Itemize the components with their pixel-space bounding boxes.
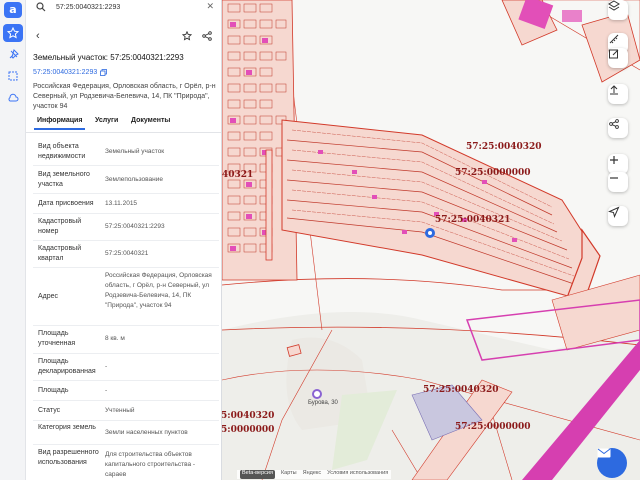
search-icon bbox=[36, 2, 46, 12]
tab-bar: Информация Услуги Документы bbox=[26, 113, 221, 133]
property-row: Площадь декларированная - bbox=[33, 354, 219, 381]
cloud-rail-icon[interactable] bbox=[3, 89, 23, 107]
map-footer: Beta-версия Карты Яндекс Условия использ… bbox=[237, 470, 392, 479]
edit-button[interactable] bbox=[608, 48, 628, 68]
yandex-link[interactable]: Яндекс bbox=[303, 470, 322, 479]
select-area-rail-icon[interactable] bbox=[3, 67, 23, 85]
property-value: Для строительства объектов капитального … bbox=[105, 451, 196, 478]
layers-icon bbox=[608, 0, 620, 11]
layers-button[interactable] bbox=[608, 0, 628, 20]
quarter-label: 57:25:0040320 bbox=[423, 385, 499, 395]
beta-badge: Beta-версия bbox=[240, 470, 275, 479]
locate-icon bbox=[608, 206, 620, 218]
search-input[interactable] bbox=[56, 3, 206, 11]
property-value: 8 кв. м bbox=[105, 335, 125, 342]
poi-dot-icon bbox=[312, 389, 322, 399]
property-row: Площадь уточненная 8 кв. м bbox=[33, 326, 219, 354]
property-row: Дата присвоения 13.11.2015 bbox=[33, 194, 219, 214]
terms-link[interactable]: Условия использования bbox=[327, 470, 388, 479]
back-icon[interactable]: ‹ bbox=[36, 30, 40, 42]
property-key: Дата присвоения bbox=[38, 200, 94, 207]
upload-icon bbox=[610, 85, 618, 95]
property-value: Земельный участок bbox=[105, 148, 165, 155]
zoom-in-button[interactable] bbox=[608, 154, 628, 174]
cadastral-map[interactable]: 57:25:0040320 57:25:0000000 57:25:004032… bbox=[222, 0, 640, 480]
close-icon[interactable]: ✕ bbox=[206, 1, 214, 12]
zoom-in-icon bbox=[610, 156, 618, 164]
property-key: Статус bbox=[38, 407, 61, 414]
property-row: Кадастровый квартал 57:25:0040321 bbox=[33, 241, 219, 268]
property-row: Категория земель Земли населенных пункто… bbox=[33, 421, 219, 445]
favorites-rail-icon[interactable] bbox=[3, 24, 23, 42]
edit-icon bbox=[609, 49, 619, 59]
tab-documents[interactable]: Документы bbox=[131, 117, 170, 124]
property-row: Статус Учтенный bbox=[33, 401, 219, 421]
ruler-icon bbox=[609, 34, 619, 44]
locate-button[interactable] bbox=[608, 206, 628, 226]
property-key: Площадь декларированная bbox=[38, 358, 96, 375]
zoom-out-icon bbox=[610, 177, 618, 179]
property-value: 13.11.2015 bbox=[105, 200, 138, 207]
property-key: Кадастровый номер bbox=[38, 218, 82, 235]
quarter-label: 57:25:0000000 bbox=[455, 422, 531, 432]
property-value: - bbox=[105, 363, 108, 370]
quarter-label: 57:25:0040320 bbox=[466, 142, 542, 152]
property-row: Адрес Российская Федерация, Орловская об… bbox=[33, 268, 219, 326]
upload-button[interactable] bbox=[608, 84, 628, 104]
property-key: Вид разрешенного использования bbox=[38, 449, 99, 466]
info-panel: ✕ ‹ Земельный участок: 57:25:0040321:229… bbox=[26, 0, 222, 480]
quarter-label: 40321 bbox=[222, 170, 254, 180]
property-value: 57:25:0040321 bbox=[105, 250, 149, 257]
parcel-address: Российская Федерация, Орловская область,… bbox=[33, 83, 216, 110]
property-value: Землепользование bbox=[105, 176, 163, 183]
share-map-button[interactable] bbox=[608, 118, 628, 138]
copy-icon[interactable] bbox=[100, 69, 108, 76]
property-row: Вид разрешенного использования Для строи… bbox=[33, 445, 219, 480]
tab-information[interactable]: Информация bbox=[33, 117, 86, 130]
property-key: Площадь bbox=[38, 387, 69, 394]
property-key: Площадь уточненная bbox=[38, 330, 76, 347]
quarter-label: 5:0000000 bbox=[222, 425, 275, 435]
tab-services[interactable]: Услуги bbox=[95, 117, 118, 124]
property-key: Вид объекта недвижимости bbox=[38, 143, 86, 160]
property-row: Вид земельного участка Землепользование bbox=[33, 166, 219, 194]
mail-icon bbox=[597, 448, 611, 458]
zoom-out-button[interactable] bbox=[608, 172, 628, 192]
cad-number-text[interactable]: 57:25:0040321:2293 bbox=[33, 69, 97, 76]
poi-marker[interactable]: Бурова, 30 bbox=[308, 389, 338, 406]
property-value: - bbox=[105, 387, 108, 394]
poi-label: Бурова, 30 bbox=[308, 400, 338, 406]
feedback-button[interactable] bbox=[597, 448, 627, 478]
quarter-label: 5:0040320 bbox=[222, 411, 275, 421]
property-row: Вид объекта недвижимости Земельный участ… bbox=[33, 138, 219, 166]
search-bar[interactable]: ✕ bbox=[32, 0, 218, 14]
map-canvas[interactable] bbox=[222, 0, 640, 480]
share-icon[interactable] bbox=[202, 31, 212, 41]
left-rail: a bbox=[0, 0, 26, 480]
maps-link[interactable]: Карты bbox=[281, 470, 297, 479]
quarter-label: 57:25:0000000 bbox=[455, 168, 531, 178]
pin-rail-icon[interactable] bbox=[3, 46, 23, 64]
star-icon[interactable] bbox=[182, 31, 192, 41]
property-value: Учтенный bbox=[105, 407, 135, 414]
property-key: Адрес bbox=[38, 293, 59, 300]
property-key: Вид земельного участка bbox=[38, 171, 90, 188]
property-row: Кадастровый номер 57:25:0040321:2293 bbox=[33, 214, 219, 241]
app-logo[interactable]: a bbox=[4, 2, 22, 18]
parcel-title: Земельный участок: 57:25:0040321:2293 bbox=[33, 53, 184, 62]
property-key: Категория земель bbox=[38, 424, 96, 431]
share-map-icon bbox=[609, 119, 619, 129]
property-row: Площадь - bbox=[33, 381, 219, 401]
cad-number-link[interactable]: 57:25:0040321:2293 bbox=[33, 69, 108, 76]
property-value: Российская Федерация, Орловская область,… bbox=[105, 272, 212, 309]
property-value: 57:25:0040321:2293 bbox=[105, 223, 165, 230]
quarter-label: 57:25:0040321 bbox=[435, 215, 511, 225]
property-value: Земли населенных пунктов bbox=[105, 429, 188, 436]
card-header: ‹ bbox=[26, 30, 221, 46]
property-key: Кадастровый квартал bbox=[38, 245, 82, 262]
